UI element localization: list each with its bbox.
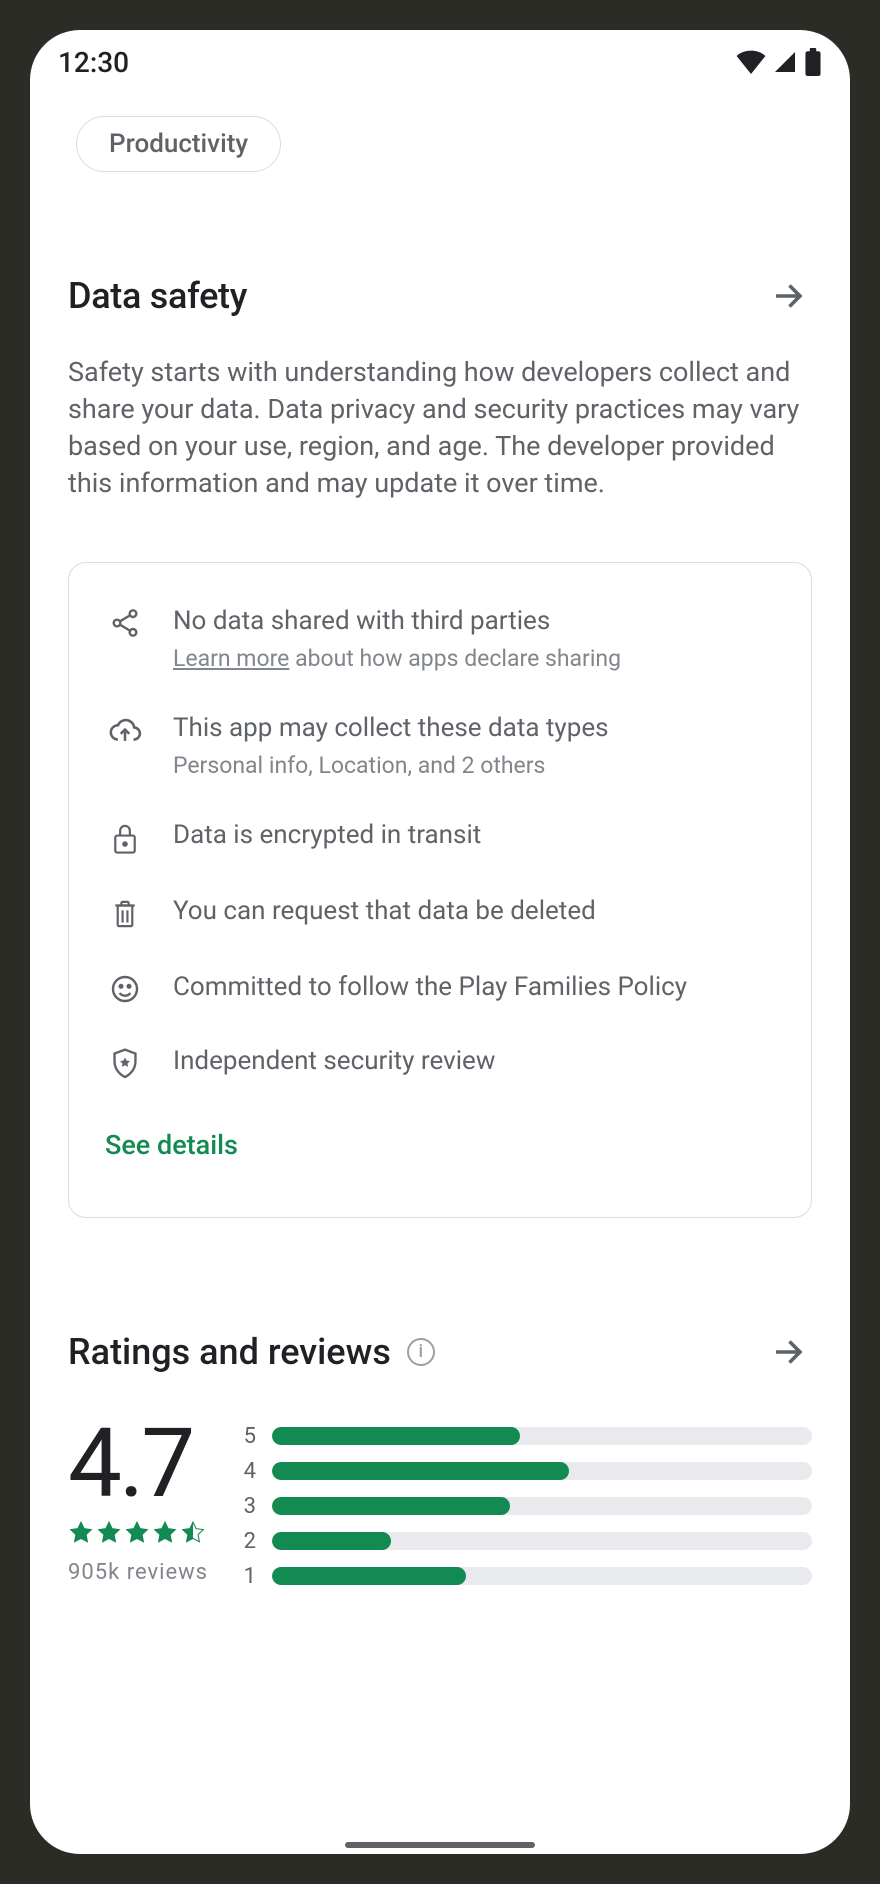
category-chip[interactable]: Productivity bbox=[76, 116, 281, 172]
data-safety-title: Data safety bbox=[68, 275, 247, 317]
ratings-title: Ratings and reviews bbox=[68, 1331, 391, 1373]
scroll-indicator bbox=[345, 1842, 535, 1848]
rating-bar-label: 5 bbox=[240, 1424, 256, 1449]
rating-bar-label: 4 bbox=[240, 1459, 256, 1484]
cellular-icon bbox=[772, 50, 798, 74]
wifi-icon bbox=[736, 50, 766, 74]
category-chip-label: Productivity bbox=[109, 129, 248, 159]
learn-more-link[interactable]: Learn more bbox=[173, 645, 289, 672]
face-icon bbox=[105, 973, 145, 1005]
page-content: Productivity Data safety Safety starts w… bbox=[30, 94, 850, 1854]
trash-icon bbox=[105, 897, 145, 931]
star-icon bbox=[152, 1520, 178, 1550]
safety-item-collects: This app may collect these data types Pe… bbox=[105, 712, 775, 779]
star-icon bbox=[96, 1520, 122, 1550]
safety-item-delete: You can request that data be deleted bbox=[105, 895, 775, 931]
rating-bar-track bbox=[272, 1497, 812, 1515]
safety-item-sub: Personal info, Location, and 2 others bbox=[173, 752, 775, 779]
ratings-body: 4.7 905k reviews 5 4 3 2 1 bbox=[68, 1416, 812, 1599]
safety-item-no-sharing: No data shared with third parties Learn … bbox=[105, 605, 775, 672]
ratings-header[interactable]: Ratings and reviews i bbox=[68, 1328, 812, 1376]
rating-bar-fill bbox=[272, 1462, 569, 1480]
lock-icon bbox=[105, 821, 145, 855]
device-frame: 12:30 Productivity Data safety bbox=[0, 0, 880, 1884]
rating-summary: 4.7 905k reviews bbox=[68, 1416, 208, 1585]
safety-item-encrypted: Data is encrypted in transit bbox=[105, 819, 775, 855]
safety-item-title: Independent security review bbox=[173, 1045, 775, 1079]
share-icon bbox=[105, 607, 145, 639]
ratings-bars: 5 4 3 2 1 bbox=[240, 1424, 812, 1599]
rating-bar-row: 5 bbox=[240, 1424, 812, 1449]
rating-bar-row: 1 bbox=[240, 1564, 812, 1589]
rating-score: 4.7 bbox=[68, 1416, 208, 1512]
data-safety-description: Safety starts with understanding how dev… bbox=[68, 354, 812, 502]
rating-bar-label: 3 bbox=[240, 1494, 256, 1519]
safety-item-security-review: Independent security review bbox=[105, 1045, 775, 1081]
safety-item-title: Data is encrypted in transit bbox=[173, 819, 775, 853]
see-details-link[interactable]: See details bbox=[105, 1129, 775, 1161]
review-count: 905k reviews bbox=[68, 1560, 208, 1585]
battery-icon bbox=[804, 48, 822, 76]
rating-bar-track bbox=[272, 1532, 812, 1550]
safety-item-title: No data shared with third parties bbox=[173, 605, 775, 639]
safety-item-title: Committed to follow the Play Families Po… bbox=[173, 971, 775, 1005]
rating-bar-track bbox=[272, 1462, 812, 1480]
rating-bar-label: 2 bbox=[240, 1529, 256, 1554]
cloud-upload-icon bbox=[105, 714, 145, 748]
rating-bar-label: 1 bbox=[240, 1564, 256, 1589]
safety-item-title: You can request that data be deleted bbox=[173, 895, 775, 929]
status-time: 12:30 bbox=[58, 46, 129, 79]
safety-item-sub: Learn more about how apps declare sharin… bbox=[173, 645, 775, 672]
data-safety-card: No data shared with third parties Learn … bbox=[68, 562, 812, 1218]
rating-bar-row: 3 bbox=[240, 1494, 812, 1519]
star-icon bbox=[180, 1520, 206, 1550]
screen: 12:30 Productivity Data safety bbox=[30, 30, 850, 1854]
rating-bar-row: 2 bbox=[240, 1529, 812, 1554]
rating-bar-row: 4 bbox=[240, 1459, 812, 1484]
status-bar: 12:30 bbox=[30, 30, 850, 94]
info-icon[interactable]: i bbox=[407, 1338, 435, 1366]
rating-bar-track bbox=[272, 1427, 812, 1445]
safety-item-families: Committed to follow the Play Families Po… bbox=[105, 971, 775, 1005]
arrow-right-icon[interactable] bbox=[764, 1328, 812, 1376]
star-icon bbox=[68, 1520, 94, 1550]
rating-bar-fill bbox=[272, 1532, 391, 1550]
star-icon bbox=[124, 1520, 150, 1550]
status-indicators bbox=[736, 48, 822, 76]
data-safety-header[interactable]: Data safety bbox=[68, 272, 812, 320]
rating-bar-fill bbox=[272, 1427, 520, 1445]
arrow-right-icon[interactable] bbox=[764, 272, 812, 320]
rating-bar-fill bbox=[272, 1567, 466, 1585]
rating-bar-track bbox=[272, 1567, 812, 1585]
rating-bar-fill bbox=[272, 1497, 510, 1515]
rating-stars bbox=[68, 1520, 208, 1550]
shield-star-icon bbox=[105, 1047, 145, 1081]
safety-item-title: This app may collect these data types bbox=[173, 712, 775, 746]
